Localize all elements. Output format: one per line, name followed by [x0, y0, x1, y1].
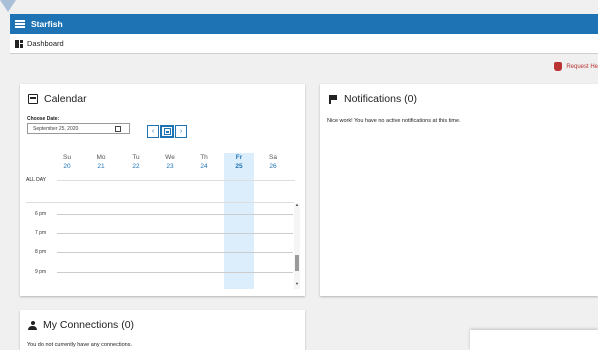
- connections-title: My Connections (0): [43, 319, 135, 331]
- hamburger-menu-icon[interactable]: [15, 20, 25, 28]
- today-icon: [163, 128, 171, 135]
- dashboard-icon: [15, 39, 23, 48]
- day-header-today[interactable]: Fr 25: [224, 154, 254, 170]
- person-icon: [28, 320, 37, 330]
- prev-button[interactable]: ‹: [147, 125, 159, 138]
- connections-card: My Connections (0) You do not currently …: [20, 310, 305, 350]
- request-help-label: Request He: [566, 63, 598, 70]
- notifications-message: Nice work! You have no active notificati…: [327, 118, 461, 124]
- all-day-divider: [57, 180, 295, 181]
- next-button[interactable]: ›: [175, 125, 187, 138]
- calendar-title: Calendar: [44, 93, 87, 105]
- date-input-value: September 25, 2020: [33, 125, 79, 132]
- hour-label: 7 pm: [35, 230, 47, 236]
- all-day-separator: [26, 202, 294, 203]
- breadcrumb-bar: Dashboard: [10, 34, 598, 54]
- popup-panel: [470, 330, 598, 350]
- connections-message: You do not currently have any connection…: [27, 342, 132, 348]
- day-header[interactable]: Sa 26: [258, 154, 288, 170]
- scroll-down-icon[interactable]: ▼: [295, 281, 299, 286]
- flag-icon: [329, 94, 337, 104]
- today-button[interactable]: [160, 125, 174, 138]
- calendar-nav: ‹ ›: [147, 125, 188, 138]
- notifications-card: Notifications (0) Nice work! You have no…: [320, 84, 598, 296]
- day-header[interactable]: We 23: [155, 154, 185, 170]
- day-header[interactable]: Tu 22: [121, 154, 151, 170]
- hour-line: [57, 272, 293, 273]
- app-title: Starfish: [31, 19, 63, 29]
- scroll-up-icon[interactable]: ▲: [295, 202, 299, 207]
- hour-label: 6 pm: [35, 211, 47, 217]
- calendar-card: Calendar Choose Date: September 25, 2020…: [20, 84, 305, 296]
- top-bar: Starfish: [10, 14, 598, 34]
- date-picker-icon[interactable]: [115, 126, 121, 132]
- breadcrumb-dashboard[interactable]: Dashboard: [27, 39, 64, 48]
- hour-label: 8 pm: [35, 249, 47, 255]
- day-header[interactable]: Th 24: [189, 154, 219, 170]
- hour-label: 9 pm: [35, 269, 47, 275]
- day-header[interactable]: Su 20: [52, 154, 82, 170]
- scroll-thumb[interactable]: [295, 255, 299, 271]
- request-help-link[interactable]: Request He: [554, 62, 598, 71]
- day-header[interactable]: Mo 21: [86, 154, 116, 170]
- calendar-scrollbar[interactable]: [294, 203, 300, 289]
- date-input[interactable]: September 25, 2020: [27, 123, 130, 134]
- hour-line: [57, 214, 293, 215]
- notifications-title: Notifications (0): [344, 93, 417, 105]
- choose-date-label: Choose Date:: [27, 116, 60, 122]
- corner-marker: [0, 0, 16, 12]
- calendar-icon: [28, 94, 38, 104]
- hour-line: [57, 252, 293, 253]
- today-column-highlight: [224, 153, 254, 289]
- raised-hand-icon: [554, 62, 563, 71]
- hour-line: [57, 233, 293, 234]
- all-day-label: ALL DAY: [26, 177, 47, 183]
